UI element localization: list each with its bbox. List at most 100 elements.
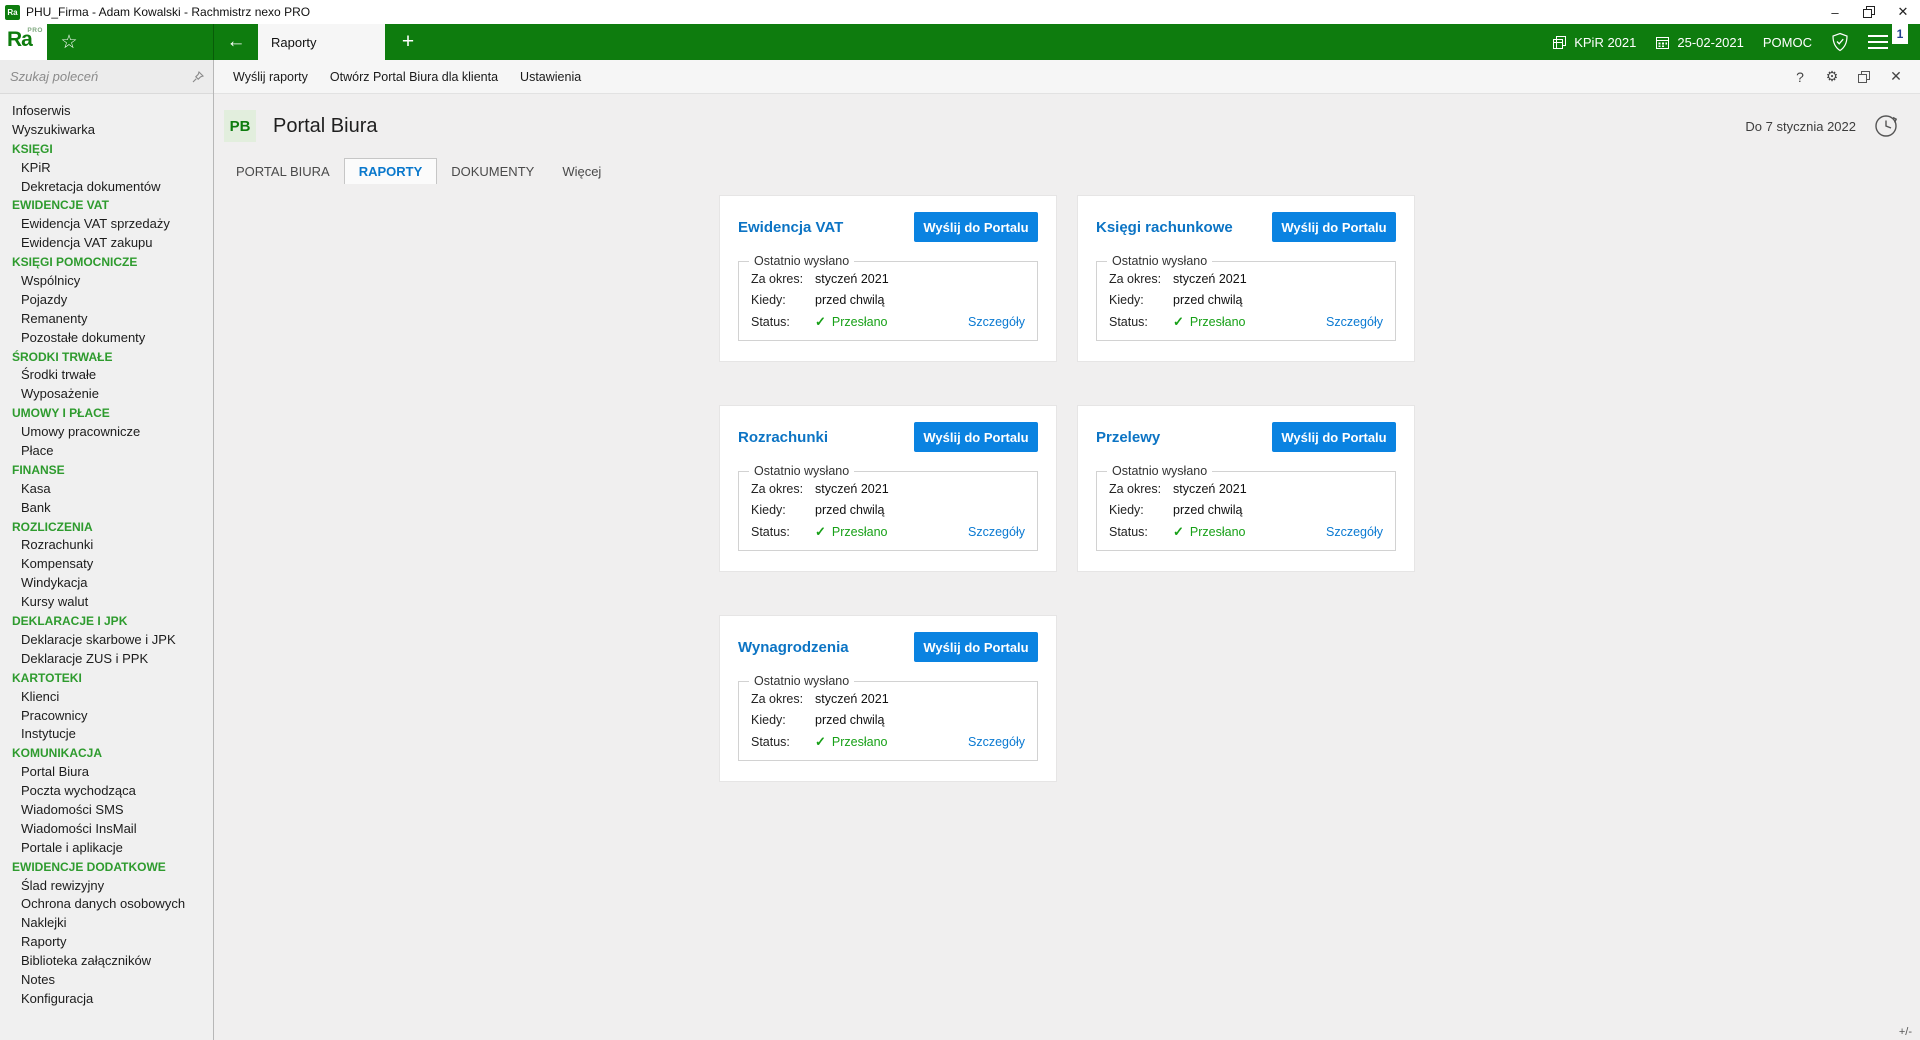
card-head: Rozrachunki Wyślij do Portalu: [738, 422, 1038, 452]
sidebar-item[interactable]: Wspólnicy: [0, 272, 213, 291]
sidebar-item[interactable]: Wiadomości SMS: [0, 801, 213, 820]
sidebar-item[interactable]: Pojazdy: [0, 291, 213, 310]
sidebar-item[interactable]: Raporty: [0, 933, 213, 952]
minimize-button[interactable]: –: [1818, 0, 1852, 24]
tab-wiecej[interactable]: Więcej: [548, 158, 615, 184]
period-icon: [1552, 35, 1567, 50]
details-link[interactable]: Szczegóły: [968, 312, 1025, 333]
help-button[interactable]: POMOC: [1763, 35, 1812, 50]
sidebar-item[interactable]: Dekretacja dokumentów: [0, 178, 213, 197]
sidebar-item[interactable]: Klienci: [0, 688, 213, 707]
menu-send-reports[interactable]: Wyślij raporty: [222, 70, 319, 84]
shield-check-icon: [1831, 32, 1849, 52]
send-to-portal-button[interactable]: Wyślij do Portalu: [1272, 422, 1396, 452]
module-settings-button[interactable]: ⚙: [1816, 68, 1848, 85]
check-icon: ✓: [815, 734, 826, 749]
sidebar-item[interactable]: Portale i aplikacje: [0, 839, 213, 858]
sidebar-item[interactable]: Wyposażenie: [0, 385, 213, 404]
details-link[interactable]: Szczegóły: [968, 732, 1025, 753]
details-link[interactable]: Szczegóły: [1326, 312, 1383, 333]
close-button[interactable]: ✕: [1886, 0, 1920, 24]
sidebar-item[interactable]: Poczta wychodząca: [0, 782, 213, 801]
row-label: Za okres:: [1109, 269, 1173, 290]
sidebar-item[interactable]: Konfiguracja: [0, 990, 213, 1009]
row-label: Za okres:: [751, 269, 815, 290]
sidebar-item[interactable]: Wyszukiwarka: [0, 121, 213, 140]
sidebar-section-header: KOMUNIKACJA: [0, 744, 213, 763]
sidebar-item[interactable]: Infoserwis: [0, 102, 213, 121]
app-logo[interactable]: Ra PRO: [0, 24, 47, 60]
sidebar-item[interactable]: Płace: [0, 442, 213, 461]
sidebar-item[interactable]: Deklaracje skarbowe i JPK: [0, 631, 213, 650]
restore-button[interactable]: [1852, 0, 1886, 24]
status-value-wrap: ✓Przesłano: [815, 311, 968, 333]
sidebar-item[interactable]: KPiR: [0, 159, 213, 178]
sidebar-item[interactable]: Pozostałe dokumenty: [0, 329, 213, 348]
command-search[interactable]: Szukaj poleceń: [0, 60, 213, 94]
menu-button[interactable]: 1: [1868, 24, 1894, 60]
menu-settings[interactable]: Ustawienia: [509, 70, 592, 84]
tab-portal-biura[interactable]: PORTAL BIURA: [222, 158, 344, 184]
sync-history-button[interactable]: [1872, 112, 1900, 140]
send-to-portal-button[interactable]: Wyślij do Portalu: [914, 422, 1038, 452]
sidebar-item[interactable]: Windykacja: [0, 574, 213, 593]
module-help-button[interactable]: ?: [1784, 69, 1816, 85]
toolbar-right: KPiR 2021 25-02-2021 POMOC: [1552, 24, 1920, 60]
period-selector[interactable]: KPiR 2021: [1552, 35, 1636, 50]
row-value: przed chwilą: [815, 290, 1025, 311]
sidebar-item[interactable]: Wiadomości InsMail: [0, 820, 213, 839]
sidebar-item[interactable]: Ewidencja VAT zakupu: [0, 234, 213, 253]
back-button[interactable]: ←: [214, 24, 258, 60]
status-value-wrap: ✓Przesłano: [1173, 311, 1326, 333]
last-sent-group: Ostatnio wysłano Za okres:styczeń 2021Ki…: [738, 254, 1038, 341]
status-row: Status: ✓Przesłano Szczegóły: [1109, 311, 1383, 333]
tab-raporty[interactable]: RAPORTY: [344, 158, 438, 184]
sidebar-item[interactable]: Ewidencja VAT sprzedaży: [0, 215, 213, 234]
sidebar-item[interactable]: Kompensaty: [0, 555, 213, 574]
row-value: styczeń 2021: [815, 689, 1025, 710]
menu-open-portal[interactable]: Otwórz Portal Biura dla klienta: [319, 70, 509, 84]
module-detach-button[interactable]: [1848, 71, 1880, 83]
favorites-button[interactable]: ☆: [47, 24, 91, 60]
send-to-portal-button[interactable]: Wyślij do Portalu: [914, 212, 1038, 242]
card-row: Za okres:styczeń 2021: [751, 269, 1025, 290]
sidebar-item[interactable]: Pracownicy: [0, 707, 213, 726]
send-to-portal-button[interactable]: Wyślij do Portalu: [914, 632, 1038, 662]
sidebar-item[interactable]: Bank: [0, 499, 213, 518]
module-menubar: Wyślij raporty Otwórz Portal Biura dla k…: [214, 60, 1920, 94]
sidebar-item[interactable]: Umowy pracownicze: [0, 423, 213, 442]
sidebar-item[interactable]: Notes: [0, 971, 213, 990]
sidebar-item[interactable]: Środki trwałe: [0, 366, 213, 385]
tab-dokumenty[interactable]: DOKUMENTY: [437, 158, 548, 184]
sidebar-item[interactable]: Ochrona danych osobowych: [0, 895, 213, 914]
sidebar-item[interactable]: Naklejki: [0, 914, 213, 933]
sidebar-section-header: ŚRODKI TRWAŁE: [0, 348, 213, 367]
sidebar-item[interactable]: Kursy walut: [0, 593, 213, 612]
calendar-icon: [1655, 35, 1670, 50]
notification-badge[interactable]: 1: [1892, 24, 1908, 44]
toolbar-tab-raporty[interactable]: Raporty: [258, 24, 385, 60]
sidebar-item[interactable]: Deklaracje ZUS i PPK: [0, 650, 213, 669]
card-title: Wynagrodzenia: [738, 639, 849, 656]
pin-icon[interactable]: [191, 70, 205, 84]
details-link[interactable]: Szczegóły: [1326, 522, 1383, 543]
status-label: Status:: [1109, 522, 1173, 543]
date-selector[interactable]: 25-02-2021: [1655, 35, 1744, 50]
module-close-button[interactable]: ✕: [1880, 68, 1912, 85]
sidebar-item[interactable]: Biblioteka załączników: [0, 952, 213, 971]
card-title: Księgi rachunkowe: [1096, 219, 1233, 236]
report-card: Przelewy Wyślij do Portalu Ostatnio wysł…: [1078, 406, 1414, 571]
details-link[interactable]: Szczegóły: [968, 522, 1025, 543]
last-sent-legend: Ostatnio wysłano: [1107, 254, 1212, 268]
sidebar-item[interactable]: Rozrachunki: [0, 536, 213, 555]
plus-icon: +: [402, 30, 414, 54]
sidebar-item[interactable]: Ślad rewizyjny: [0, 877, 213, 896]
sidebar-item[interactable]: Portal Biura: [0, 763, 213, 782]
sidebar-item[interactable]: Remanenty: [0, 310, 213, 329]
send-to-portal-button[interactable]: Wyślij do Portalu: [1272, 212, 1396, 242]
new-tab-button[interactable]: +: [385, 24, 431, 60]
security-button[interactable]: [1831, 32, 1849, 52]
row-value: przed chwilą: [815, 500, 1025, 521]
sidebar-item[interactable]: Instytucje: [0, 725, 213, 744]
sidebar-item[interactable]: Kasa: [0, 480, 213, 499]
